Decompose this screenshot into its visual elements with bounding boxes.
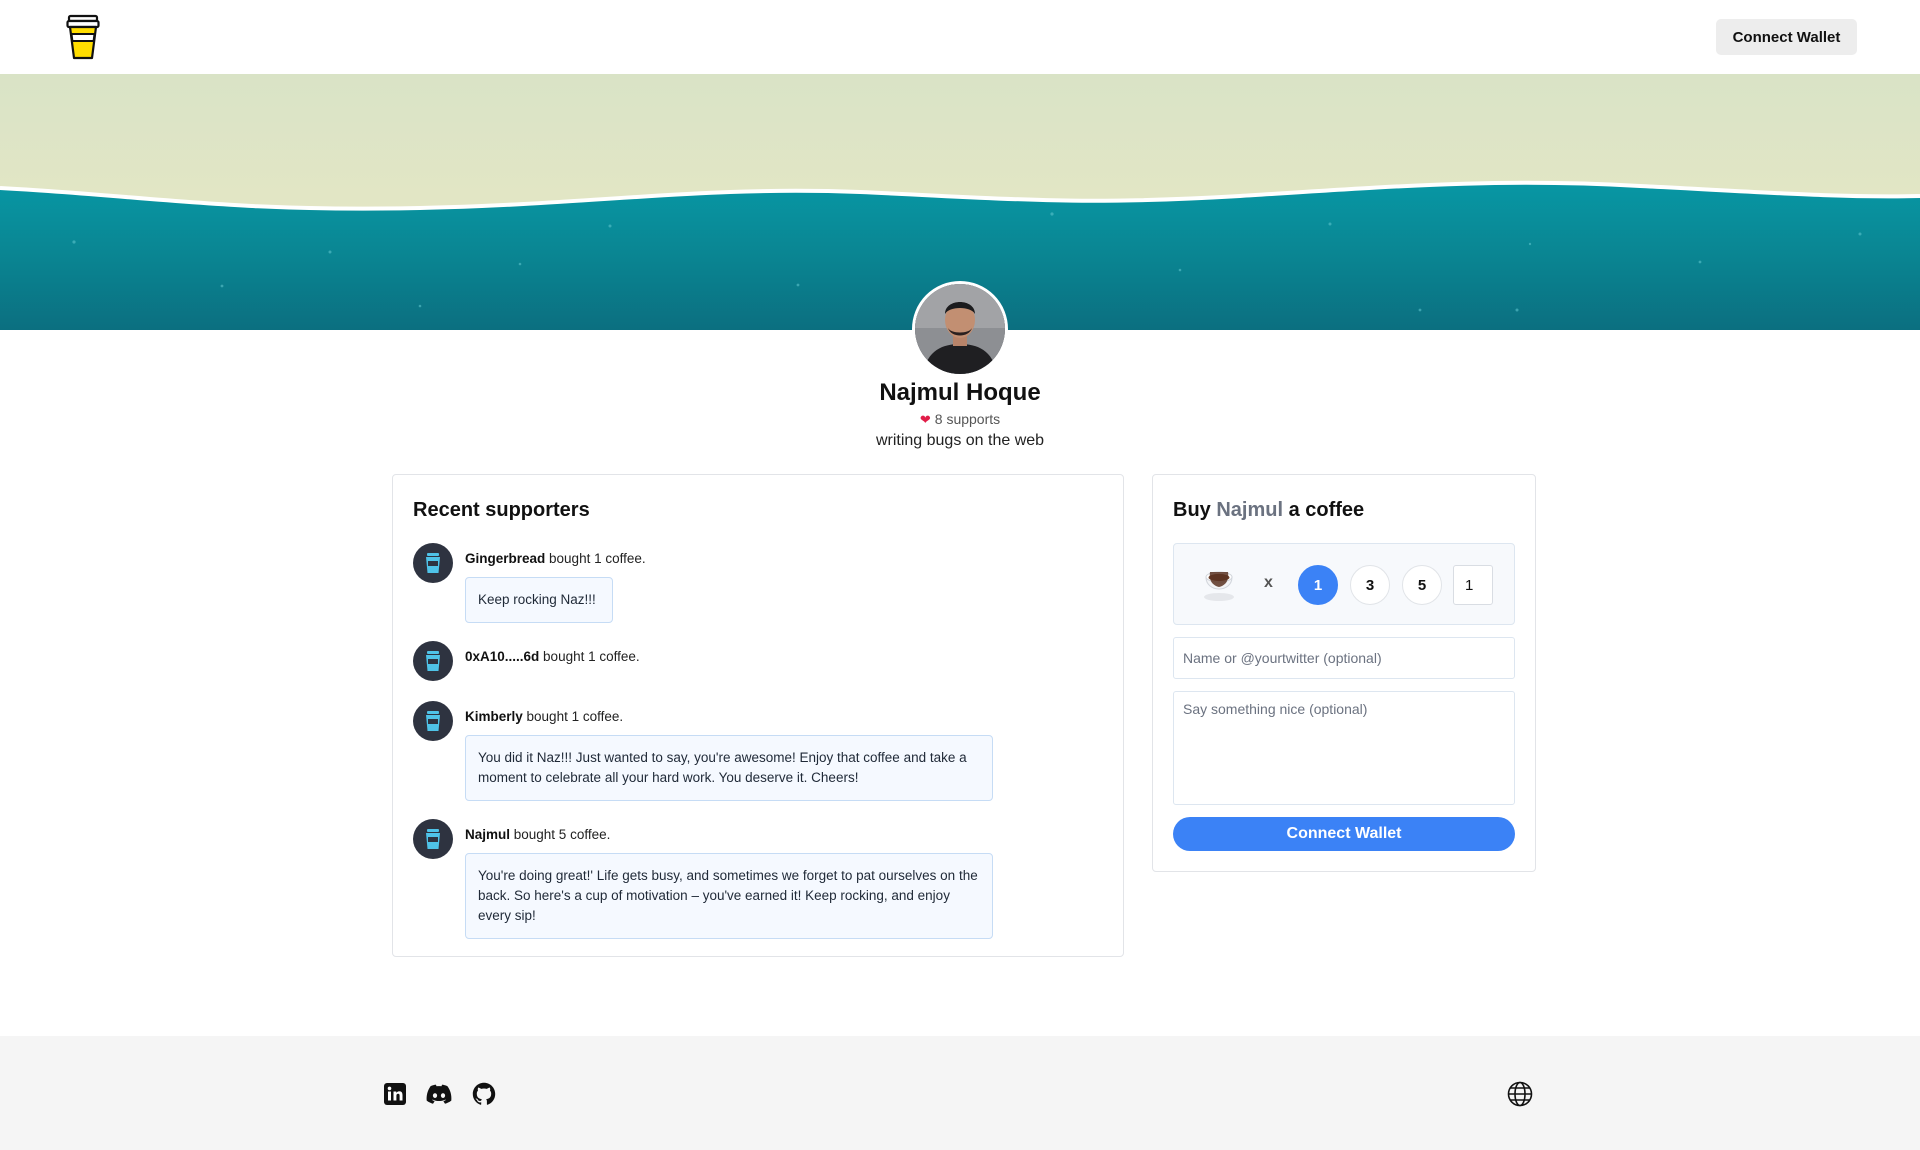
supporter-line: Najmul bought 5 coffee. — [465, 827, 610, 842]
supporter-coffee-icon — [413, 543, 453, 583]
profile-bio: writing bugs on the web — [875, 432, 1045, 449]
buy-title-name: Najmul — [1216, 499, 1284, 521]
supporter-message: Keep rocking Naz!!! — [465, 577, 613, 623]
supporter-name: Gingerbread — [465, 551, 546, 566]
coffee-cup-icon — [1202, 567, 1236, 603]
supporter-line: 0xA10.....6d bought 1 coffee. — [465, 649, 640, 664]
coffee-cup-logo-icon[interactable] — [66, 14, 100, 60]
supporter-name: Kimberly — [465, 709, 523, 724]
buy-title-prefix: Buy — [1173, 499, 1217, 521]
supporter-action: bought 1 coffee. — [522, 709, 624, 724]
header-connect-wallet-button[interactable]: Connect Wallet — [1716, 19, 1857, 55]
supporter-line: Kimberly bought 1 coffee. — [465, 709, 623, 724]
supports-count: ❤ 8 supports — [0, 411, 1920, 428]
buy-title-suffix: a coffee — [1283, 499, 1365, 521]
supporter-name: Najmul — [465, 827, 511, 842]
quantity-option-5[interactable]: 5 — [1402, 565, 1442, 605]
supporter-action: bought 1 coffee. — [539, 649, 640, 664]
github-icon[interactable] — [471, 1081, 497, 1107]
recent-supporters-card: Recent supporters Gingerbread bought 1 c… — [392, 474, 1124, 957]
heart-icon: ❤ — [919, 412, 931, 427]
supporter-action: bought 1 coffee. — [545, 551, 646, 566]
globe-icon[interactable] — [1507, 1081, 1533, 1107]
quantity-option-3[interactable]: 3 — [1350, 565, 1390, 605]
buy-coffee-title: Buy Najmul a coffee — [1173, 499, 1364, 522]
name-input[interactable] — [1173, 637, 1515, 679]
supporter-message: You're doing great!' Life gets busy, and… — [465, 853, 993, 939]
supporter-coffee-icon — [413, 701, 453, 741]
supporter-name: 0xA10.....6d — [465, 649, 540, 664]
discord-icon[interactable] — [426, 1081, 452, 1107]
profile-avatar — [912, 281, 1008, 377]
buy-coffee-card: Buy Najmul a coffee x 1 3 5 Connect Wall… — [1152, 474, 1536, 872]
message-input[interactable] — [1173, 691, 1515, 805]
supporter-coffee-icon — [413, 819, 453, 859]
supporter-message: You did it Naz!!! Just wanted to say, yo… — [465, 735, 993, 801]
quantity-selector: x 1 3 5 — [1173, 543, 1515, 625]
supporter-action: bought 5 coffee. — [510, 827, 611, 842]
supporter-coffee-icon — [413, 641, 453, 681]
supporter-line: Gingerbread bought 1 coffee. — [465, 551, 646, 566]
supports-count-label: 8 supports — [934, 411, 1001, 427]
profile-name: Najmul Hoque — [879, 379, 1041, 406]
quantity-option-1[interactable]: 1 — [1298, 565, 1338, 605]
recent-supporters-title: Recent supporters — [413, 499, 590, 521]
top-header: Connect Wallet — [0, 0, 1920, 74]
linkedin-icon[interactable] — [382, 1081, 408, 1107]
footer — [0, 1036, 1920, 1150]
connect-wallet-button[interactable]: Connect Wallet — [1173, 817, 1515, 851]
quantity-input[interactable] — [1453, 565, 1493, 605]
multiplier-sign: x — [1264, 574, 1273, 591]
